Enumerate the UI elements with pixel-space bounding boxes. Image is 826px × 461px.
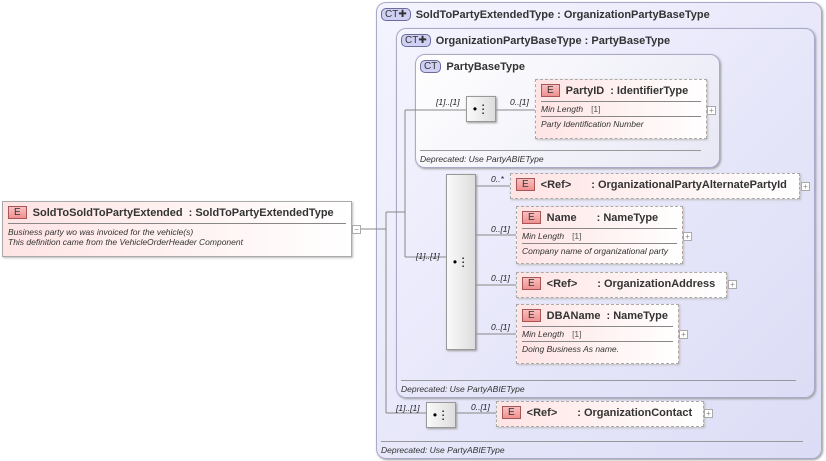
doc-line: Business party wo was invoiced for the v…	[8, 227, 194, 237]
cardinality: 0..[1]	[510, 97, 529, 107]
element-type: : IdentifierType	[610, 84, 689, 97]
expand-toggle[interactable]: +	[707, 106, 716, 115]
facet-value: [1]	[572, 329, 582, 339]
element-alternate-party-id[interactable]: E <Ref> : OrganizationalPartyAlternatePart…	[510, 173, 800, 199]
element-name: PartyID	[565, 84, 605, 97]
element-badge: E	[8, 206, 27, 219]
element-type: : OrganizationAddress	[597, 277, 716, 290]
element-type: : SoldToPartyExtendedType	[188, 206, 334, 219]
element-dbaname[interactable]: E DBAName : NameType Min Length [1] Doing B…	[516, 304, 679, 364]
cardinality: 0..[1]	[491, 273, 510, 283]
element-doc: Company name of organizational party	[522, 243, 677, 258]
facet-value: [1]	[591, 104, 601, 114]
element-organization-address[interactable]: E <Ref> : OrganizationAddress	[516, 272, 727, 298]
element-doc: Party Identification Number	[541, 116, 701, 131]
collapse-toggle[interactable]: −	[352, 225, 361, 234]
element-name: DBAName	[546, 309, 601, 322]
expand-toggle[interactable]: +	[683, 232, 692, 241]
element-organization-contact[interactable]: E <Ref> : OrganizationContact	[496, 401, 704, 427]
facet-label: Min Length	[541, 104, 584, 114]
element-name: Name	[546, 211, 577, 224]
element-type: : OrganizationContact	[577, 406, 693, 419]
doc-line: This definition came from the VehicleOrd…	[8, 237, 243, 247]
cardinality: 0..[1]	[471, 402, 490, 412]
element-partyid[interactable]: E PartyID : IdentifierType Min Length [1] P…	[535, 79, 707, 139]
element-type: : OrganizationalPartyAlternatePartyId	[591, 178, 787, 191]
element-name: SoldToSoldToPartyExtended	[32, 206, 183, 219]
element-badge: E	[516, 178, 535, 191]
element-name: <Ref>	[546, 277, 578, 290]
element-badge: E	[522, 309, 541, 322]
element-badge: E	[502, 406, 521, 419]
cardinality: 0..*	[491, 174, 504, 184]
sequence-icon[interactable]: •⋮	[466, 96, 496, 122]
facet-value: [1]	[572, 231, 582, 241]
element-name: <Ref>	[540, 178, 572, 191]
expand-toggle[interactable]: +	[679, 330, 688, 339]
sequence-icon[interactable]: •⋮	[426, 402, 456, 428]
cardinality: [1]..[1]	[436, 97, 460, 107]
element-badge: E	[522, 277, 541, 290]
facet-label: Min Length	[522, 231, 565, 241]
cardinality: [1]..[1]	[396, 403, 420, 413]
element-doc: Doing Business As name.	[522, 341, 673, 356]
element-name: <Ref>	[526, 406, 558, 419]
expand-toggle[interactable]: +	[728, 280, 737, 289]
sequence-icon[interactable]: •⋮	[446, 174, 476, 350]
facet-label: Min Length	[522, 329, 565, 339]
cardinality: 0..[1]	[491, 224, 510, 234]
cardinality: 0..[1]	[491, 322, 510, 332]
expand-toggle[interactable]: +	[704, 409, 713, 418]
element-type: : NameType	[596, 211, 659, 224]
element-type: : NameType	[606, 309, 669, 322]
element-badge: E	[541, 84, 560, 97]
element-name[interactable]: E Name : NameType Min Length [1] Company na…	[516, 206, 683, 264]
element-badge: E	[522, 211, 541, 224]
root-element[interactable]: E SoldToSoldToPartyExtended : SoldToPartyE…	[2, 201, 352, 257]
cardinality: [1]..[1]	[416, 251, 440, 261]
expand-toggle[interactable]: +	[801, 182, 810, 191]
